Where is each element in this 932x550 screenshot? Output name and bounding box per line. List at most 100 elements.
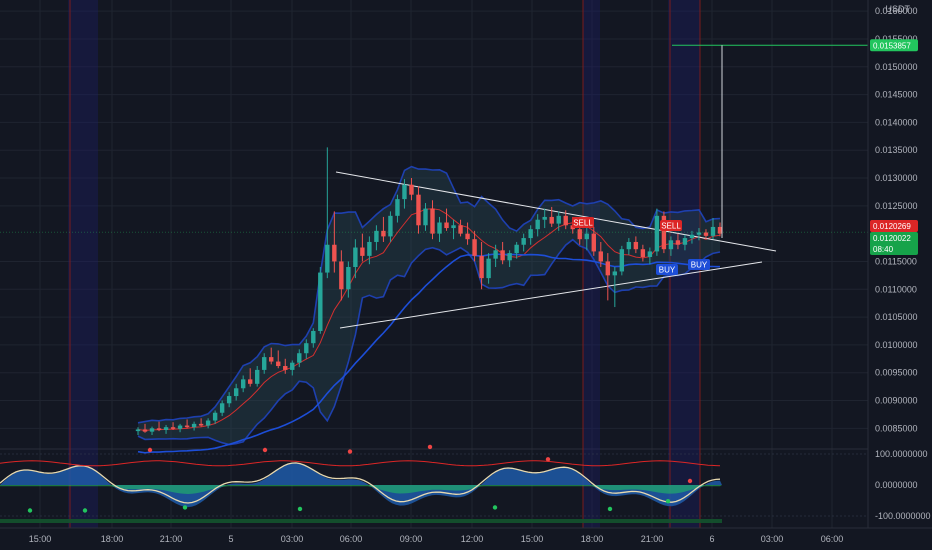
candle-body bbox=[332, 244, 337, 262]
candle-body bbox=[388, 215, 393, 237]
candle-body bbox=[605, 261, 611, 276]
time-tick: 18:00 bbox=[581, 534, 604, 544]
time-tick: 15:00 bbox=[29, 534, 52, 544]
time-tick: 12:00 bbox=[461, 534, 484, 544]
time-tick: 5 bbox=[228, 534, 233, 544]
time-tick: 06:00 bbox=[821, 534, 844, 544]
price-tick: 0.0130000 bbox=[875, 173, 918, 183]
candle-body bbox=[430, 208, 435, 234]
candle-body bbox=[675, 240, 681, 245]
price-tick: 0.0115000 bbox=[875, 256, 917, 266]
price-tick: 0.0135000 bbox=[875, 145, 918, 155]
candle-body bbox=[212, 412, 218, 421]
osc-buy-dot bbox=[27, 508, 33, 513]
candle-body bbox=[619, 249, 625, 272]
osc-buy-dot bbox=[665, 499, 671, 504]
candle-body bbox=[311, 330, 316, 344]
osc-sell-dot bbox=[347, 449, 353, 454]
price-tick: 0.0110000 bbox=[875, 284, 917, 294]
signal-label: SELL bbox=[661, 222, 681, 231]
candle-body bbox=[156, 428, 162, 430]
osc-tick: 100.0000000 bbox=[875, 449, 928, 459]
time-tick: 15:00 bbox=[521, 534, 544, 544]
candle-body bbox=[191, 423, 197, 428]
candle-body bbox=[451, 225, 456, 229]
signal-label: SELL bbox=[573, 219, 593, 228]
osc-sell-dot bbox=[427, 444, 433, 450]
candle-body bbox=[500, 250, 505, 261]
candle-body bbox=[346, 267, 351, 290]
osc-sell-dot bbox=[545, 457, 551, 462]
candle-body bbox=[696, 232, 702, 235]
candle-body bbox=[654, 215, 660, 252]
last-price-label: 0.0120022 bbox=[873, 234, 911, 243]
candle-body bbox=[325, 244, 330, 273]
candle-body bbox=[626, 241, 632, 250]
candle-body bbox=[367, 241, 372, 256]
candle-body bbox=[135, 429, 141, 432]
candle-body bbox=[633, 241, 639, 250]
candle-body bbox=[240, 379, 246, 389]
osc-sell-dot bbox=[147, 447, 153, 453]
osc-sell-dot bbox=[687, 478, 693, 484]
candle-body bbox=[486, 258, 491, 279]
candle-body bbox=[177, 425, 183, 429]
candle-body bbox=[255, 369, 260, 384]
candle-body bbox=[682, 238, 688, 245]
candle-body bbox=[591, 233, 596, 252]
candle-body bbox=[521, 238, 526, 245]
candle-body bbox=[598, 251, 603, 262]
time-tick: 18:00 bbox=[101, 534, 124, 544]
osc-sell-dot bbox=[262, 447, 268, 453]
chart-background bbox=[0, 0, 932, 550]
price-tick: 0.0125000 bbox=[875, 201, 918, 211]
price-tick: 0.0105000 bbox=[875, 312, 918, 322]
candle-body bbox=[423, 208, 428, 226]
osc-buy-dot bbox=[82, 508, 88, 513]
osc-buy-dot bbox=[182, 505, 188, 510]
candle-body bbox=[612, 271, 618, 276]
candle-body bbox=[479, 255, 484, 279]
candle-body bbox=[269, 357, 274, 362]
candle-body bbox=[535, 219, 540, 230]
osc-tick: -100.0000000 bbox=[875, 511, 931, 521]
candle-body bbox=[226, 396, 232, 404]
candle-body bbox=[184, 425, 190, 428]
candle-body bbox=[556, 215, 561, 224]
candle-body bbox=[584, 233, 589, 240]
candle-body bbox=[640, 249, 646, 257]
candle-body bbox=[360, 247, 365, 256]
candle-body bbox=[276, 361, 281, 367]
price-tick: 0.0090000 bbox=[875, 396, 918, 406]
candle-body bbox=[577, 229, 582, 240]
price-tick: 0.0160000 bbox=[875, 6, 918, 16]
time-tick: 03:00 bbox=[761, 534, 784, 544]
price-tick: 0.0085000 bbox=[875, 423, 918, 433]
time-tick: 06:00 bbox=[340, 534, 363, 544]
candle-body bbox=[465, 233, 470, 240]
price-chart[interactable]: SELL SELLBUYBUY USDT0.01600000.01550000.0… bbox=[0, 0, 932, 550]
candle-body bbox=[549, 216, 554, 224]
price-tick: 0.0100000 bbox=[875, 340, 918, 350]
candle-body bbox=[283, 366, 288, 370]
signal-label: BUY bbox=[691, 261, 708, 270]
status-strip bbox=[0, 519, 722, 523]
candle-body bbox=[339, 261, 344, 290]
osc-buy-dot bbox=[297, 506, 303, 512]
time-tick: 03:00 bbox=[281, 534, 304, 544]
candle-body bbox=[514, 244, 519, 254]
candle-body bbox=[647, 251, 653, 257]
candle-body bbox=[318, 272, 323, 331]
candle-body bbox=[668, 240, 674, 250]
candle-body bbox=[374, 230, 379, 242]
candle-body bbox=[507, 253, 512, 261]
time-tick: 6 bbox=[709, 534, 714, 544]
candle-body bbox=[219, 403, 225, 413]
candle-body bbox=[542, 216, 547, 220]
candle-body bbox=[353, 247, 358, 267]
osc-tick: 0.0000000 bbox=[875, 480, 918, 490]
price-tick: 0.0150000 bbox=[875, 62, 918, 72]
candle-body bbox=[297, 353, 302, 363]
candle-body bbox=[710, 226, 716, 236]
osc-buy-dot bbox=[492, 505, 498, 510]
